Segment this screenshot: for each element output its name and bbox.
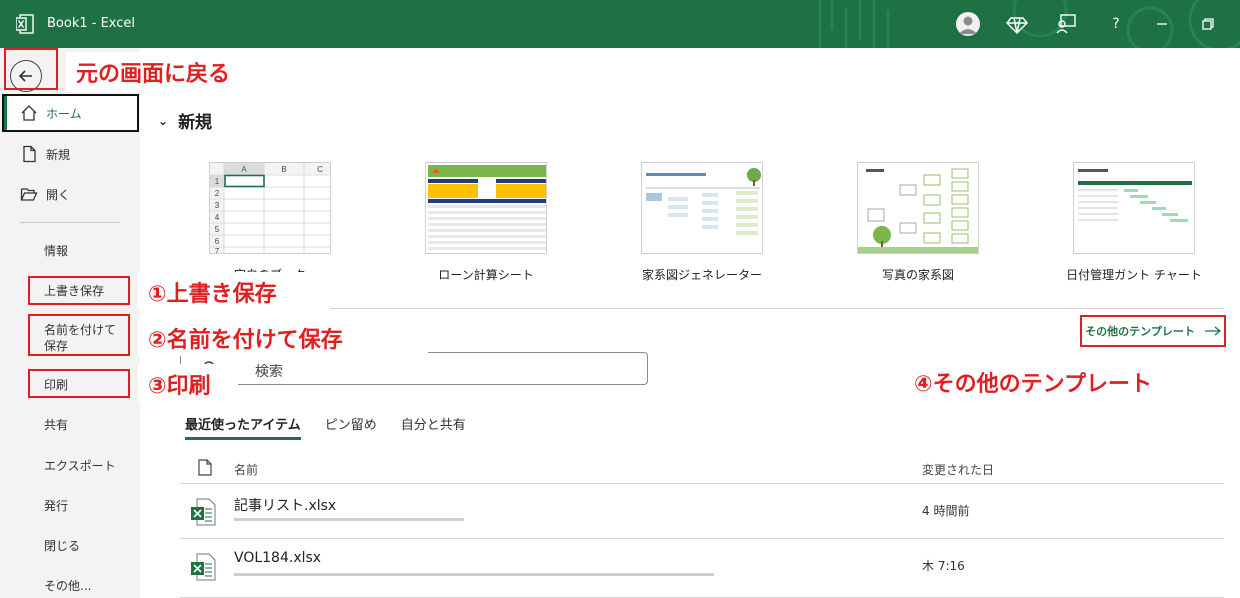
folder-open-icon	[20, 188, 38, 201]
template-blank-workbook[interactable]: A B C 1 2 3 4 5 6 7	[209, 162, 331, 254]
row-4: 4	[215, 213, 220, 222]
avatar-icon[interactable]	[956, 12, 980, 36]
more-templates-label: その他のテンプレート	[1085, 325, 1195, 338]
file-date: 木 7:16	[922, 559, 965, 573]
search-input[interactable]: 検索	[180, 352, 648, 385]
file-list-header: 名前 変更された日	[180, 452, 1224, 484]
feedback-icon[interactable]	[1054, 12, 1078, 36]
template-family-tree-generator[interactable]	[641, 162, 763, 254]
file-name: 記事リスト.xlsx	[234, 498, 337, 514]
photo-family-tree-preview	[858, 168, 978, 253]
arrow-right-icon	[1204, 326, 1221, 336]
tab-pinned[interactable]: ピン留め	[325, 414, 377, 440]
row-6: 6	[215, 237, 220, 246]
more-templates-link[interactable]: その他のテンプレート	[1080, 315, 1226, 347]
file-row[interactable]: 記事リスト.xlsx 4 時間前	[180, 485, 1224, 539]
file-path-blur	[234, 518, 464, 521]
excel-logo-icon	[16, 14, 34, 34]
file-row[interactable]: VOL184.xlsx 木 7:16	[180, 540, 1224, 598]
col-c: C	[317, 165, 323, 174]
file-icon	[198, 459, 212, 476]
new-section-title[interactable]: ⌄ 新規	[158, 108, 212, 133]
file-path	[234, 570, 714, 578]
section-divider	[180, 308, 1224, 309]
window-title: Book1 - Excel	[47, 16, 136, 31]
column-name[interactable]: 名前	[234, 461, 258, 478]
nav-home-label: ホーム	[46, 106, 82, 121]
restore-icon[interactable]	[1196, 12, 1220, 36]
template-label-gantt: 日付管理ガント チャート	[1066, 268, 1202, 282]
template-label-generator: 家系図ジェネレーター	[641, 268, 762, 282]
tab-recent[interactable]: 最近使ったアイテム	[185, 414, 301, 440]
file-tabs: 最近使ったアイテム ピン留め 自分と共有	[185, 414, 466, 440]
column-modified[interactable]: 変更された日	[922, 461, 994, 478]
tab-shared[interactable]: 自分と共有	[401, 414, 466, 440]
template-gantt-chart[interactable]	[1073, 162, 1195, 254]
row-2: 2	[215, 189, 220, 198]
nav-new-label: 新規	[46, 147, 71, 162]
search-text: 検索	[255, 364, 283, 380]
file-name: VOL184.xlsx	[234, 550, 322, 566]
nav-more[interactable]: その他...	[0, 566, 140, 598]
loan-preview	[428, 165, 546, 250]
chevron-down-icon: ⌄	[158, 113, 169, 128]
nav-info[interactable]: 情報	[0, 231, 140, 269]
file-date: 4 時間前	[922, 504, 970, 518]
save-as-highlight	[28, 314, 130, 356]
nav-close[interactable]: 閉じる	[0, 526, 140, 564]
annotation-save: ①上書き保存	[138, 272, 330, 310]
row-5: 5	[215, 225, 220, 234]
template-loan-calculator[interactable]	[425, 162, 547, 254]
nav-export[interactable]: エクスポート	[0, 446, 140, 484]
row-3: 3	[215, 201, 220, 210]
annotation-back: 元の画面に戻る	[66, 52, 290, 92]
template-label-loan: ローン計算シート	[438, 268, 534, 282]
template-photo-family-tree[interactable]	[857, 162, 979, 254]
col-a: A	[241, 165, 247, 174]
nav-home[interactable]: ホーム	[2, 94, 139, 132]
section-title-text: 新規	[178, 113, 213, 133]
nav-share[interactable]: 共有	[0, 405, 140, 443]
title-bar: Book1 - Excel ?	[0, 0, 1240, 48]
template-label-photo: 写真の家系図	[881, 268, 954, 282]
row-7: 7	[215, 247, 220, 254]
sidebar-divider	[20, 222, 120, 223]
nav-open[interactable]: 開く	[0, 175, 140, 213]
row-1: 1	[215, 177, 220, 186]
back-button-highlight	[4, 48, 58, 90]
nav-new[interactable]: 新規	[0, 135, 140, 173]
save-highlight	[28, 276, 130, 305]
diamond-icon[interactable]	[1005, 12, 1029, 36]
col-b: B	[281, 165, 286, 174]
help-button[interactable]: ?	[1104, 12, 1128, 36]
nav-publish[interactable]: 発行	[0, 486, 140, 524]
annotation-print: ③印刷	[138, 364, 238, 402]
nav-open-label: 開く	[46, 187, 71, 202]
new-file-icon	[23, 145, 36, 163]
file-path-blur	[234, 573, 714, 576]
family-tree-generator-preview	[646, 168, 761, 235]
file-path	[234, 515, 594, 523]
annotation-more-templates: ④その他のテンプレート	[904, 362, 1224, 404]
annotation-save-as: ②名前を付けて保存	[138, 318, 428, 356]
excel-file-icon	[191, 553, 216, 581]
gantt-preview	[1078, 169, 1192, 222]
excel-file-icon	[191, 498, 216, 526]
minimize-icon[interactable]	[1150, 12, 1174, 36]
active-indicator	[4, 96, 7, 130]
print-highlight	[28, 369, 130, 398]
home-icon	[21, 105, 37, 121]
blank-sheet-preview: A B C 1 2 3 4 5 6 7	[210, 163, 330, 254]
